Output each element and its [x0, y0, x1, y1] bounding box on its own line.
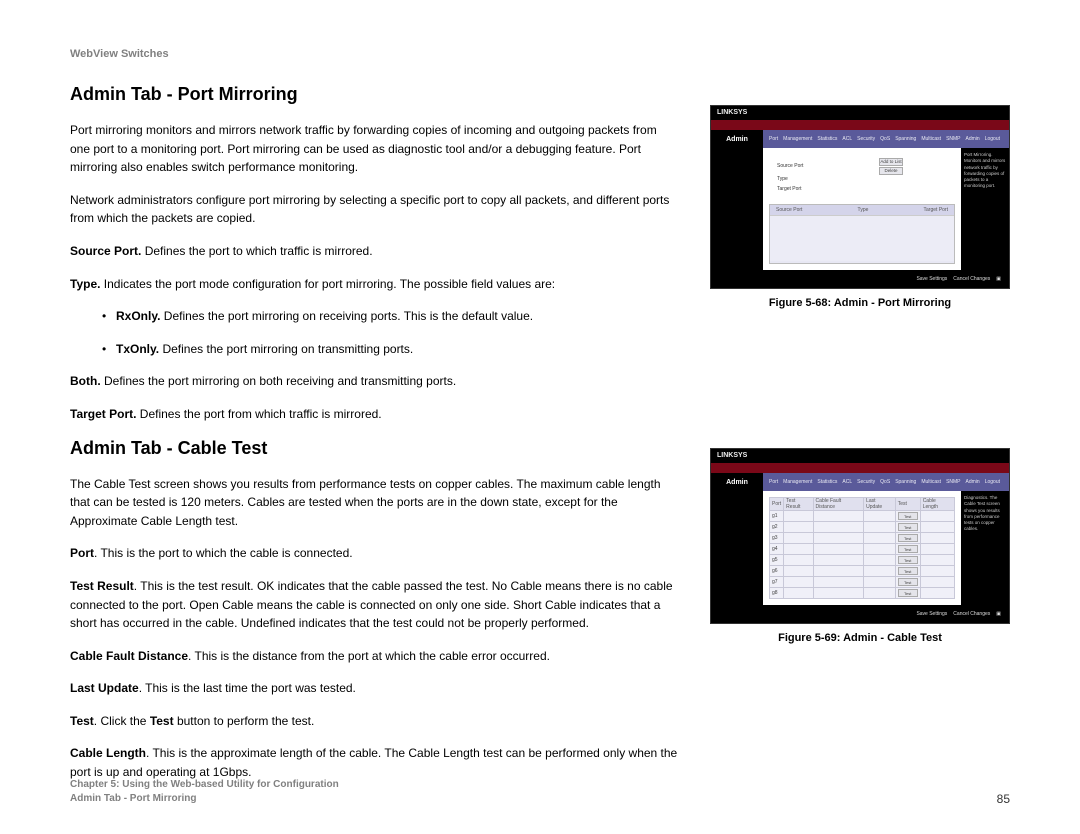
definition-last-update: Last Update. This is the last time the p… — [70, 679, 680, 698]
definition-cable-length: Cable Length. This is the approximate le… — [70, 744, 680, 781]
table-row: g2Test — [770, 522, 955, 533]
mirroring-table: Source Port Type Target Port — [769, 204, 955, 264]
footer-chapter: Chapter 5: Using the Web-based Utility f… — [70, 778, 339, 792]
menu-bar: PortManagementStatisticsACLSecurityQoSSp… — [763, 130, 1009, 148]
screenshot-port-mirroring: LINKSYS Admin PortManagementStatisticsAC… — [710, 105, 1010, 289]
definition-type: Type. Indicates the port mode configurat… — [70, 275, 680, 294]
table-row: g6Test — [770, 566, 955, 577]
figure-caption: Figure 5-69: Admin - Cable Test — [710, 632, 1010, 644]
test-button[interactable]: Test — [898, 556, 918, 564]
test-button[interactable]: Test — [898, 545, 918, 553]
definition-test-result: Test Result. This is the test result. OK… — [70, 577, 680, 633]
admin-tab-label: Admin — [711, 130, 763, 148]
list-item: RxOnly. Defines the port mirroring on re… — [102, 307, 1010, 326]
test-button[interactable]: Test — [898, 567, 918, 575]
test-button[interactable]: Test — [898, 534, 918, 542]
test-button[interactable]: Test — [898, 578, 918, 586]
document-header: WebView Switches — [70, 48, 1010, 60]
page-footer: Chapter 5: Using the Web-based Utility f… — [70, 778, 1010, 806]
figure-caption: Figure 5-68: Admin - Port Mirroring — [710, 297, 1010, 309]
footer-section: Admin Tab - Port Mirroring — [70, 792, 339, 806]
delete-button[interactable]: Delete — [879, 167, 903, 175]
definition-target-port: Target Port. Defines the port from which… — [70, 405, 680, 424]
help-sidebar: Port Mirroring. Monitors and mirrors net… — [961, 148, 1009, 270]
list-item: TxOnly. Defines the port mirroring on tr… — [102, 340, 1010, 359]
type-options-list: RxOnly. Defines the port mirroring on re… — [70, 307, 1010, 358]
definition-cable-fault: Cable Fault Distance. This is the distan… — [70, 647, 680, 666]
admin-tab-label: Admin — [711, 473, 763, 491]
table-row: g5Test — [770, 555, 955, 566]
add-button[interactable]: Add to List — [879, 158, 903, 166]
menu-bar: PortManagementStatisticsACLSecurityQoSSp… — [763, 473, 1009, 491]
paragraph: Port mirroring monitors and mirrors netw… — [70, 121, 680, 177]
figure-cable-test: LINKSYS Admin PortManagementStatisticsAC… — [710, 448, 1010, 644]
brand-logo: LINKSYS — [717, 109, 747, 117]
help-sidebar: Diagnostics. The Cable Test screen shows… — [961, 491, 1009, 605]
test-button[interactable]: Test — [898, 523, 918, 531]
definition-port: Port. This is the port to which the cabl… — [70, 544, 680, 563]
definition-test-button: Test. Click the Test button to perform t… — [70, 712, 680, 731]
definition-both: Both. Defines the port mirroring on both… — [70, 372, 680, 391]
section-title-port-mirroring: Admin Tab - Port Mirroring — [70, 84, 1010, 105]
table-row: g3Test — [770, 533, 955, 544]
test-button[interactable]: Test — [898, 512, 918, 520]
table-row: g4Test — [770, 544, 955, 555]
screenshot-cable-test: LINKSYS Admin PortManagementStatisticsAC… — [710, 448, 1010, 624]
page-number: 85 — [997, 792, 1010, 806]
definition-source-port: Source Port. Defines the port to which t… — [70, 242, 680, 261]
figure-port-mirroring: LINKSYS Admin PortManagementStatisticsAC… — [710, 105, 1010, 309]
table-row: g8Test — [770, 588, 955, 599]
brand-logo: LINKSYS — [717, 452, 747, 460]
test-button[interactable]: Test — [898, 589, 918, 597]
table-row: g1Test — [770, 511, 955, 522]
paragraph: The Cable Test screen shows you results … — [70, 475, 680, 531]
table-row: g7Test — [770, 577, 955, 588]
paragraph: Network administrators configure port mi… — [70, 191, 680, 228]
cable-test-table: Port Test Result Cable Fault Distance La… — [769, 497, 955, 599]
